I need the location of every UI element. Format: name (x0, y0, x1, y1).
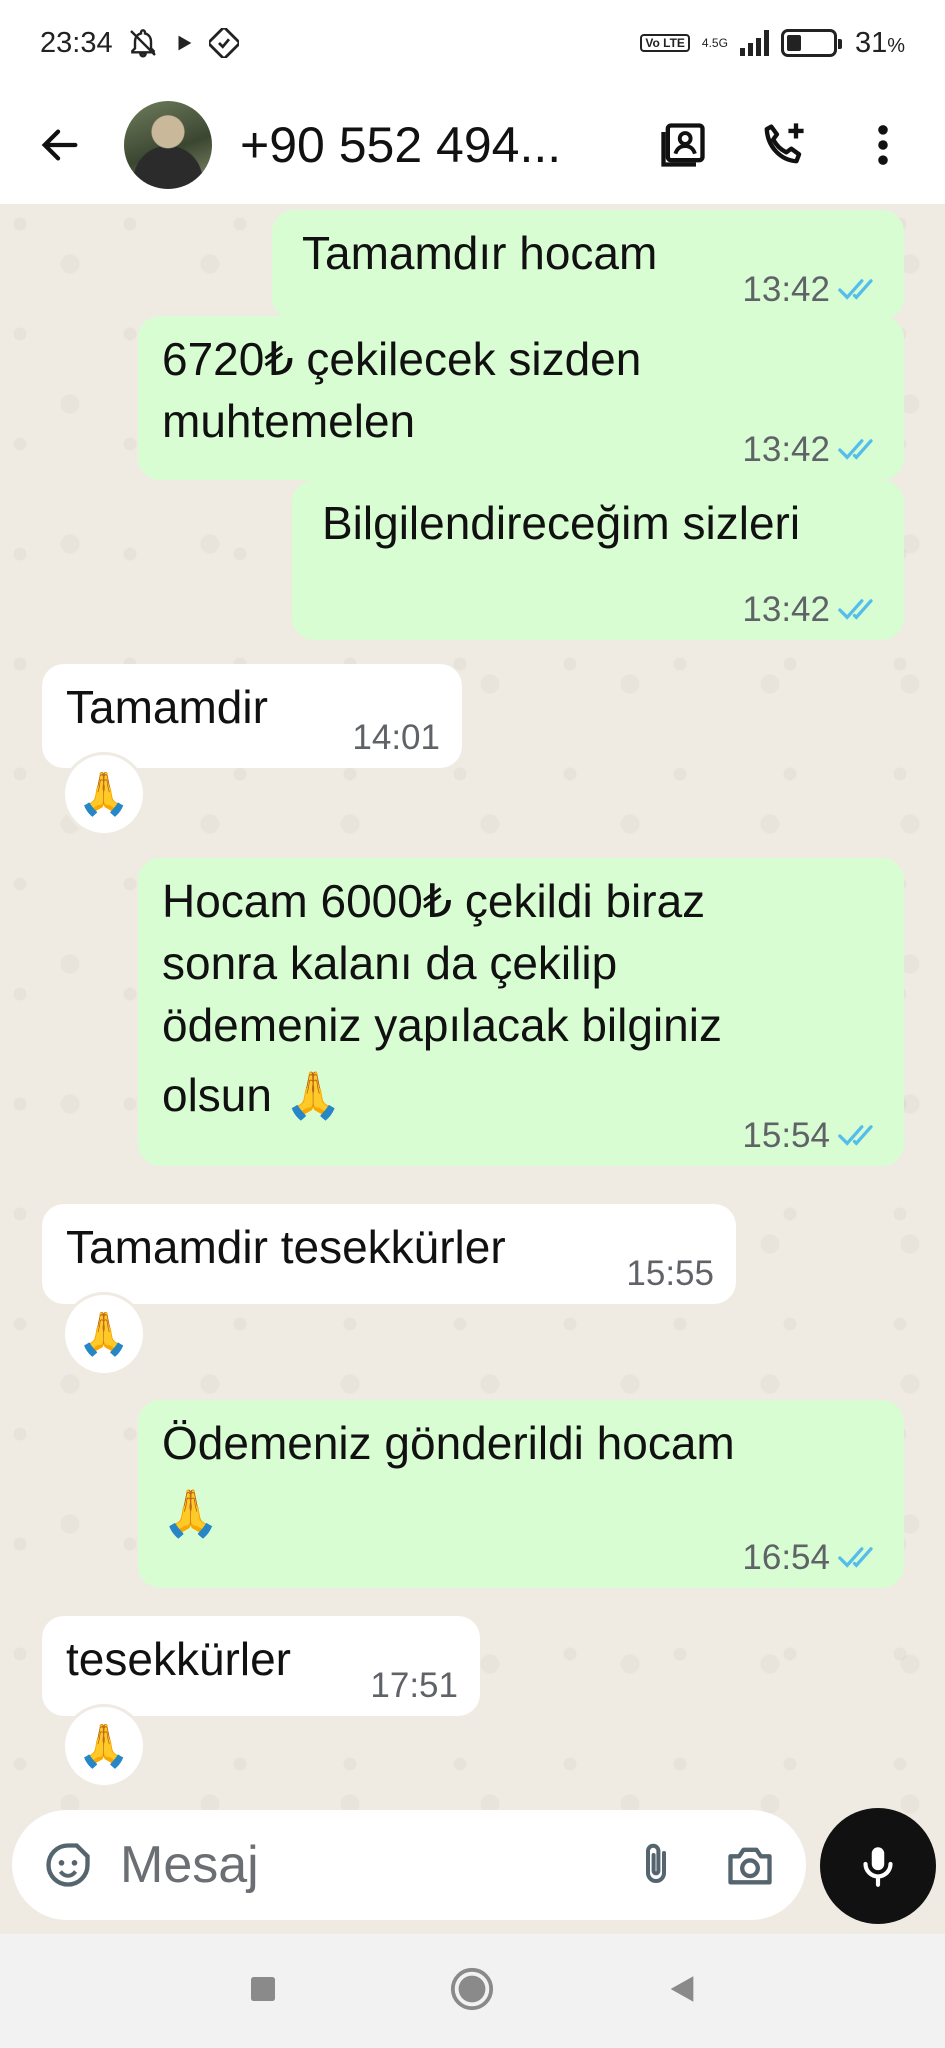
message-time: 15:54 (742, 1116, 830, 1155)
more-options-button[interactable] (853, 115, 913, 175)
message-meta: 13:42 (742, 430, 882, 470)
bell-off-icon (127, 27, 159, 59)
volte-badge: Vo LTE (640, 34, 690, 52)
chat-header: +90 552 494... (0, 86, 945, 204)
header-actions (653, 115, 913, 175)
message-meta: 14:01 (352, 718, 440, 758)
message-time: 13:42 (742, 430, 830, 469)
message-composer (12, 1810, 806, 1920)
status-left: 23:34 (40, 27, 239, 60)
message-time: 14:01 (352, 718, 440, 757)
attach-icon (646, 1843, 666, 1883)
signal-icon (739, 30, 769, 56)
message-text-line: Ödemeniz gönderildi hocam (162, 1417, 735, 1469)
message-bubble[interactable]: Tamamdır hocam 13:42 (272, 210, 904, 320)
message-time: 15:55 (626, 1254, 714, 1293)
home-icon (450, 1967, 493, 2010)
status-time: 23:34 (40, 26, 113, 59)
message-meta: 17:51 (370, 1666, 458, 1706)
network-type: 4.5G (701, 36, 728, 50)
mic-icon (863, 1847, 893, 1887)
pray-emoji-icon: 🙏 (77, 1310, 131, 1357)
message-text-line: 🙏 (162, 1487, 220, 1539)
read-ticks-icon (838, 599, 873, 620)
message-text-line: 6720₺ çekilecek sizden (162, 333, 642, 385)
message-meta: 16:54 (742, 1538, 882, 1578)
reaction-badge[interactable]: 🙏 (62, 1292, 146, 1376)
read-ticks-icon (838, 439, 873, 460)
message-meta: 13:42 (742, 270, 882, 310)
back-icon (670, 1975, 693, 2002)
message-time: 17:51 (370, 1666, 458, 1705)
back-arrow-icon (41, 129, 78, 161)
battery-icon (780, 29, 842, 57)
recent-apps-button[interactable] (247, 1973, 279, 2010)
back-nav-button[interactable] (665, 1972, 699, 2011)
battery-percent: 31 (854, 26, 888, 59)
message-meta: 15:55 (626, 1254, 714, 1294)
message-text: Bilgilendireceğim sizleri (322, 497, 801, 549)
message-time: 13:42 (742, 590, 830, 629)
contact-name[interactable]: +90 552 494... (240, 116, 600, 174)
sticker-button[interactable] (38, 1835, 98, 1895)
camera-button[interactable] (720, 1835, 780, 1895)
message-text-line: sonra kalanı da çekilip (162, 937, 618, 989)
message-bubble[interactable]: Tamamdir tesekkürler 15:55 (42, 1204, 736, 1304)
message-bubble[interactable]: Bilgilendireceğim sizleri 13:42 (292, 480, 904, 640)
read-ticks-icon (838, 1547, 873, 1568)
reaction-badge[interactable]: 🙏 (62, 1704, 146, 1788)
message-bubble[interactable]: 6720₺ çekilecek sizden muhtemelen 13:42 (138, 316, 904, 480)
message-bubble[interactable]: Ödemeniz gönderildi hocam 🙏 16:54 (138, 1400, 904, 1588)
message-time: 16:54 (742, 1538, 830, 1577)
message-text-line: ödemeniz yapılacak bilginiz (162, 999, 722, 1051)
back-button[interactable] (30, 115, 90, 175)
call-button[interactable] (753, 115, 813, 175)
battery-fill (786, 35, 801, 51)
sticker-icon (46, 1843, 90, 1887)
avatar[interactable] (124, 101, 212, 189)
system-navbar (0, 1934, 945, 2048)
message-bubble[interactable]: tesekkürler 17:51 (42, 1616, 480, 1716)
message-meta: 15:54 (742, 1116, 882, 1156)
battery-unit: % (887, 34, 905, 57)
message-bubble[interactable]: Hocam 6000₺ çekildi biraz sonra kalanı d… (138, 858, 904, 1166)
message-time: 13:42 (742, 270, 830, 309)
contact-card-icon (661, 123, 705, 167)
call-add-icon (764, 123, 804, 164)
attach-button[interactable] (626, 1835, 686, 1895)
camera-icon (728, 1847, 772, 1885)
read-ticks-icon (838, 1125, 873, 1146)
chat-area[interactable]: Tamamdır hocam 13:42 6720₺ çekilecek siz… (0, 204, 945, 1934)
contact-card-button[interactable] (653, 115, 713, 175)
status-bar: 23:34 Vo LTE 4.5G 31% (0, 0, 945, 86)
message-input[interactable] (120, 1835, 590, 1895)
play-icon (173, 32, 195, 54)
reaction-badge[interactable]: 🙏 (62, 752, 146, 836)
home-button[interactable] (449, 1966, 495, 2017)
message-meta: 13:42 (742, 590, 882, 630)
pray-emoji-icon: 🙏 (77, 1722, 131, 1769)
app-icon (208, 28, 239, 58)
read-ticks-icon (838, 279, 873, 300)
pray-emoji-icon: 🙏 (77, 770, 131, 817)
message-text: Tamamdir tesekkürler (66, 1221, 506, 1273)
more-vert-icon (878, 125, 888, 165)
recent-apps-icon (250, 1976, 275, 2001)
message-text-line: Hocam 6000₺ çekildi biraz (162, 875, 706, 927)
status-right: Vo LTE 4.5G 31% (640, 27, 905, 60)
mic-button[interactable] (820, 1808, 936, 1924)
